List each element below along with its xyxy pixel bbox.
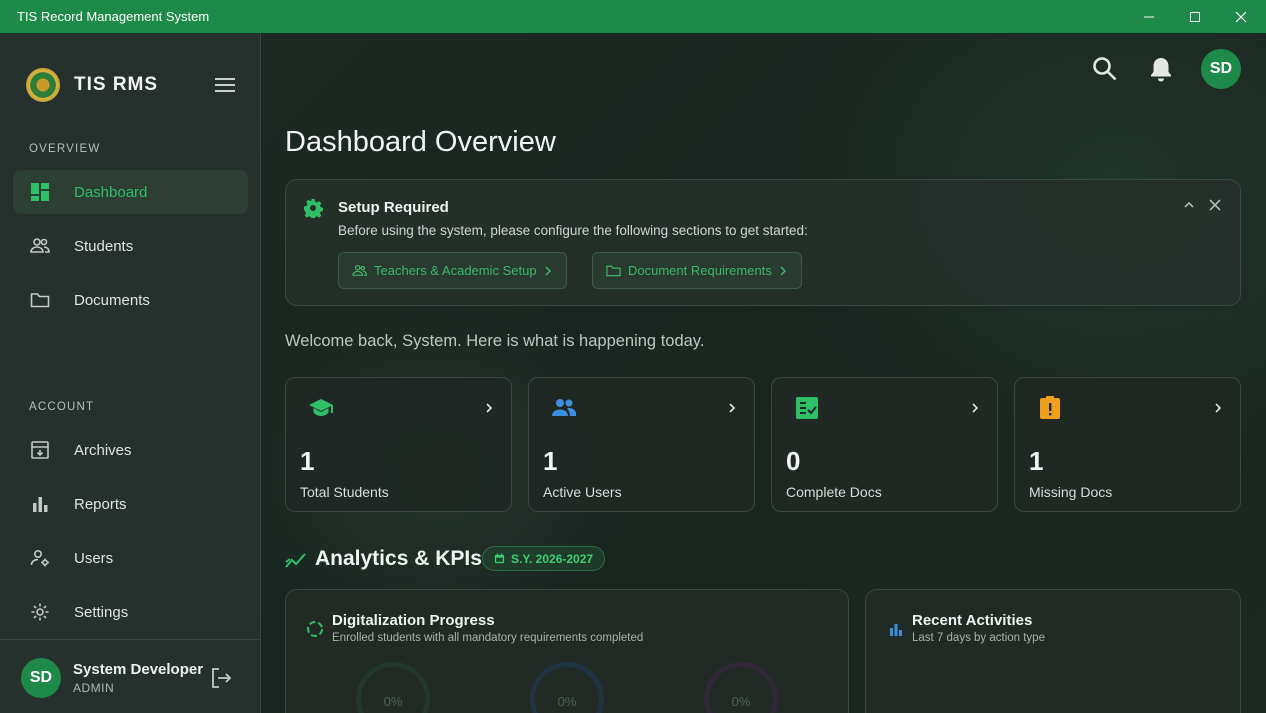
search-icon[interactable] bbox=[1091, 55, 1119, 83]
school-logo-icon bbox=[26, 68, 60, 102]
ring-label: 0% bbox=[557, 694, 577, 709]
sidebar: TIS RMS OVERVIEW Dashboard Students Docu… bbox=[0, 33, 261, 713]
document-requirements-button[interactable]: Document Requirements bbox=[592, 252, 802, 289]
stat-label: Complete Docs bbox=[786, 484, 882, 500]
stat-card-missing-docs[interactable]: 1 Missing Docs bbox=[1014, 377, 1241, 512]
chip-label: Document Requirements bbox=[628, 263, 772, 278]
sidebar-item-reports[interactable]: Reports bbox=[13, 482, 248, 526]
stat-label: Missing Docs bbox=[1029, 484, 1113, 500]
sidebar-item-users[interactable]: Users bbox=[13, 536, 248, 580]
sidebar-item-label: Dashboard bbox=[74, 183, 148, 201]
sidebar-item-settings[interactable]: Settings bbox=[13, 590, 248, 634]
menu-toggle-icon[interactable] bbox=[215, 78, 235, 92]
close-icon[interactable] bbox=[1208, 198, 1222, 212]
ring-label: 0% bbox=[731, 694, 751, 709]
stat-card-complete-docs[interactable]: 0 Complete Docs bbox=[771, 377, 998, 512]
recent-activities-panel: Recent Activities Last 7 days by action … bbox=[865, 589, 1241, 713]
avatar[interactable]: SD bbox=[21, 658, 61, 698]
teachers-setup-button[interactable]: Teachers & Academic Setup bbox=[338, 252, 567, 289]
gear-icon bbox=[30, 602, 50, 622]
stat-label: Active Users bbox=[543, 484, 622, 500]
user-role: ADMIN bbox=[73, 681, 115, 695]
chevron-right-icon bbox=[545, 265, 551, 276]
panel-subtitle: Last 7 days by action type bbox=[912, 632, 1045, 644]
sidebar-item-archives[interactable]: Archives bbox=[13, 428, 248, 472]
graduation-cap-icon bbox=[309, 399, 333, 416]
chevron-right-icon bbox=[729, 403, 736, 413]
school-year-badge[interactable]: S.Y. 2026-2027 bbox=[482, 546, 606, 571]
stat-value: 1 bbox=[1029, 446, 1044, 476]
school-year-label: S.Y. 2026-2027 bbox=[511, 551, 594, 566]
folder-icon bbox=[606, 265, 621, 277]
close-window-button[interactable] bbox=[1218, 0, 1264, 33]
sidebar-item-students[interactable]: Students bbox=[13, 224, 248, 268]
section-label-account: ACCOUNT bbox=[29, 401, 95, 413]
stat-label: Total Students bbox=[300, 484, 389, 500]
logout-icon[interactable] bbox=[209, 666, 233, 690]
chip-label: Teachers & Academic Setup bbox=[374, 263, 537, 278]
maximize-button[interactable] bbox=[1172, 0, 1218, 33]
people-icon bbox=[30, 236, 50, 256]
brand-name: TIS RMS bbox=[74, 74, 159, 95]
folder-icon bbox=[30, 290, 50, 310]
window-titlebar: TIS Record Management System bbox=[0, 0, 1266, 33]
sidebar-item-label: Settings bbox=[74, 603, 129, 621]
people-icon bbox=[352, 264, 367, 276]
sidebar-item-label: Documents bbox=[74, 291, 150, 309]
checklist-icon bbox=[796, 397, 818, 419]
window-title: TIS Record Management System bbox=[17, 9, 210, 24]
digitalization-progress-panel: Digitalization Progress Enrolled student… bbox=[285, 589, 849, 713]
panel-subtitle: Enrolled students with all mandatory req… bbox=[332, 632, 644, 644]
setup-required-banner: Setup Required Before using the system, … bbox=[285, 179, 1241, 306]
chevron-right-icon bbox=[972, 403, 979, 413]
sidebar-item-label: Students bbox=[74, 237, 134, 255]
trending-up-icon bbox=[285, 553, 306, 568]
stat-value: 0 bbox=[786, 446, 801, 476]
minimize-icon bbox=[1144, 16, 1154, 17]
sidebar-item-label: Reports bbox=[74, 495, 127, 513]
setup-description: Before using the system, please configur… bbox=[338, 223, 808, 238]
chevron-right-icon bbox=[486, 403, 493, 413]
sidebar-item-label: Users bbox=[74, 549, 114, 567]
sidebar-user-panel: SD System Developer ADMIN bbox=[0, 639, 260, 713]
stat-value: 1 bbox=[300, 446, 315, 476]
sidebar-item-dashboard[interactable]: Dashboard bbox=[13, 170, 248, 214]
bar-chart-icon bbox=[30, 494, 50, 514]
archive-icon bbox=[30, 440, 50, 460]
main-content: SD Dashboard Overview Setup Required Bef… bbox=[262, 33, 1266, 713]
ring-label: 0% bbox=[383, 694, 403, 709]
stat-card-active-users[interactable]: 1 Active Users bbox=[528, 377, 755, 512]
settings-cog-icon bbox=[304, 199, 323, 218]
user-gear-icon bbox=[30, 548, 50, 568]
chevron-right-icon bbox=[1215, 403, 1222, 413]
dashboard-icon bbox=[30, 182, 50, 202]
analytics-title: Analytics & KPIs bbox=[315, 547, 482, 570]
welcome-message: Welcome back, System. Here is what is ha… bbox=[285, 332, 705, 350]
bar-chart-icon bbox=[890, 624, 902, 636]
chevron-up-icon[interactable] bbox=[1183, 199, 1195, 211]
chevron-right-icon bbox=[780, 265, 786, 276]
sidebar-item-label: Archives bbox=[74, 441, 132, 459]
panel-title: Digitalization Progress bbox=[332, 612, 495, 629]
maximize-icon bbox=[1190, 11, 1200, 22]
close-icon bbox=[1235, 11, 1247, 22]
section-label-overview: OVERVIEW bbox=[29, 143, 101, 155]
alert-clipboard-icon bbox=[1040, 396, 1060, 419]
calendar-icon bbox=[494, 553, 505, 564]
avatar[interactable]: SD bbox=[1201, 49, 1241, 89]
panel-title: Recent Activities bbox=[912, 612, 1033, 629]
stat-value: 1 bbox=[543, 446, 558, 476]
progress-ring-icon bbox=[307, 621, 323, 637]
users-icon bbox=[552, 399, 576, 416]
stat-card-total-students[interactable]: 1 Total Students bbox=[285, 377, 512, 512]
notification-bell-icon[interactable] bbox=[1147, 55, 1175, 83]
user-name: System Developer bbox=[73, 661, 204, 678]
sidebar-item-documents[interactable]: Documents bbox=[13, 278, 248, 322]
setup-title: Setup Required bbox=[338, 199, 449, 216]
brand[interactable]: TIS RMS bbox=[26, 68, 158, 102]
page-title: Dashboard Overview bbox=[285, 126, 556, 158]
minimize-button[interactable] bbox=[1126, 0, 1172, 33]
